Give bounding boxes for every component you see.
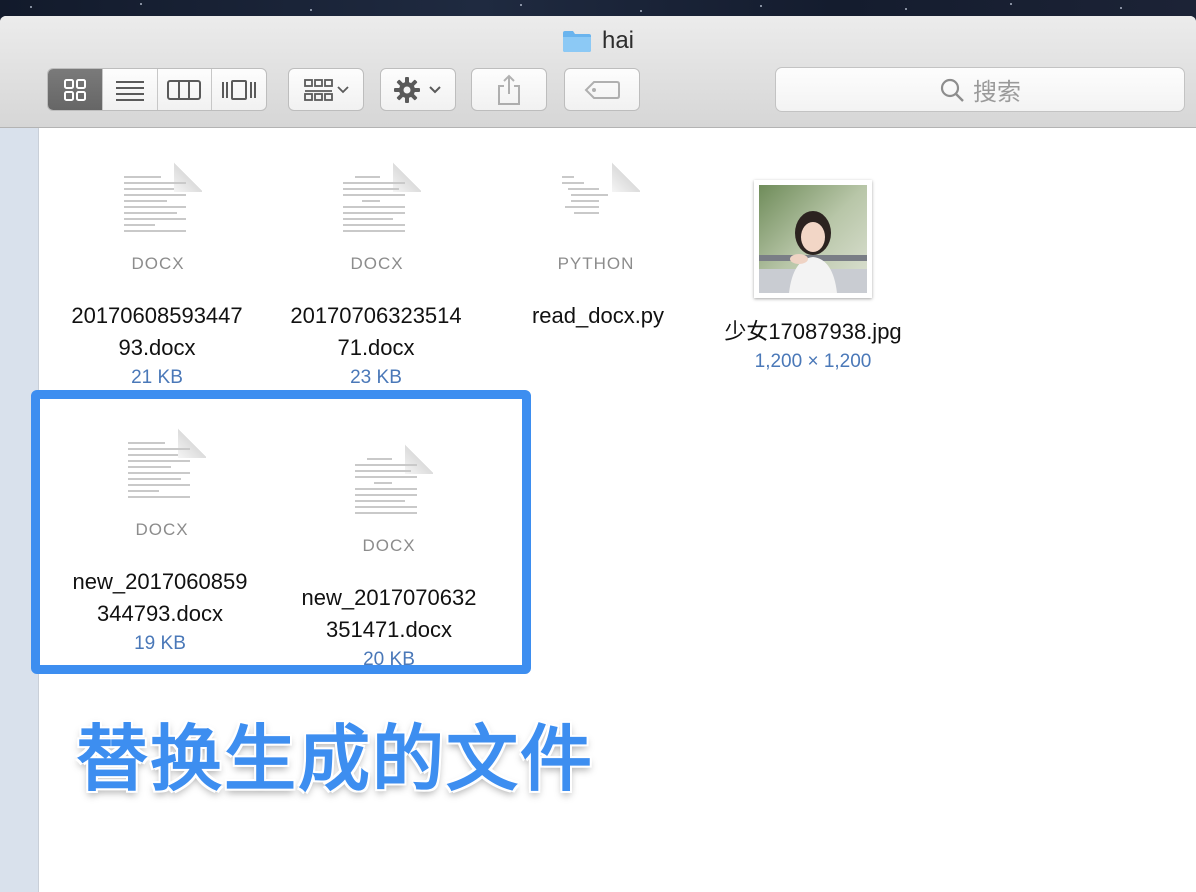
list-view-button[interactable] <box>103 69 158 110</box>
view-mode-selector <box>47 68 267 111</box>
window-title: hai <box>0 26 1196 56</box>
column-view-button[interactable] <box>158 69 213 110</box>
highlight-box <box>31 390 531 674</box>
file-name-line2: 93.docx <box>118 335 196 360</box>
file-name-line1: 20170608593447 <box>71 303 243 328</box>
image-thumbnail <box>754 180 872 298</box>
file-size: 23 KB <box>350 367 402 388</box>
action-button[interactable] <box>380 68 456 111</box>
gear-icon <box>394 76 441 103</box>
columns-icon <box>167 79 202 100</box>
tag-icon <box>584 80 620 99</box>
group-by-button[interactable] <box>288 68 364 111</box>
window-title-text: hai <box>601 27 635 54</box>
file-kind-label: DOCX <box>131 254 185 273</box>
file-name-line1: 20170706323514 <box>290 303 462 328</box>
grid-icon <box>63 78 86 101</box>
file-item[interactable]: PYTHON read_docx.py <box>480 142 716 382</box>
arrange-icon <box>304 78 349 101</box>
file-item[interactable]: DOCX 20170706323514 71.docx 23 KB <box>258 142 494 388</box>
docx-file-icon: DOCX <box>333 162 421 282</box>
python-file-icon: PYTHON <box>552 162 640 282</box>
file-kind-label: PYTHON <box>557 254 635 273</box>
file-name-line1: read_docx.py <box>531 303 665 328</box>
share-button[interactable] <box>471 68 547 111</box>
list-icon <box>115 80 144 101</box>
image-dimensions: 1,200 × 1,200 <box>754 351 872 372</box>
file-item[interactable]: DOCX 20170608593447 93.docx 21 KB <box>39 142 275 388</box>
search-icon <box>940 78 964 102</box>
share-icon <box>498 74 520 105</box>
file-name-line1: 少女17087938.jpg <box>724 319 902 344</box>
file-size: 21 KB <box>131 367 183 388</box>
docx-file-icon: DOCX <box>114 162 202 282</box>
file-kind-label: DOCX <box>350 254 404 273</box>
icon-view-button[interactable] <box>48 69 103 110</box>
search-field[interactable]: 搜索 <box>775 67 1185 112</box>
cover-flow-icon <box>222 79 257 100</box>
folder-icon <box>562 29 592 53</box>
toolbar: hai 搜索 <box>0 16 1196 128</box>
tags-button[interactable] <box>564 68 640 111</box>
annotation-caption: 替换生成的文件 <box>76 717 595 801</box>
file-name-line2: 71.docx <box>337 335 415 360</box>
file-item[interactable]: 少女17087938.jpg 1,200 × 1,200 <box>695 142 931 382</box>
cover-flow-view-button[interactable] <box>212 69 266 110</box>
search-placeholder: 搜索 <box>973 79 1021 106</box>
